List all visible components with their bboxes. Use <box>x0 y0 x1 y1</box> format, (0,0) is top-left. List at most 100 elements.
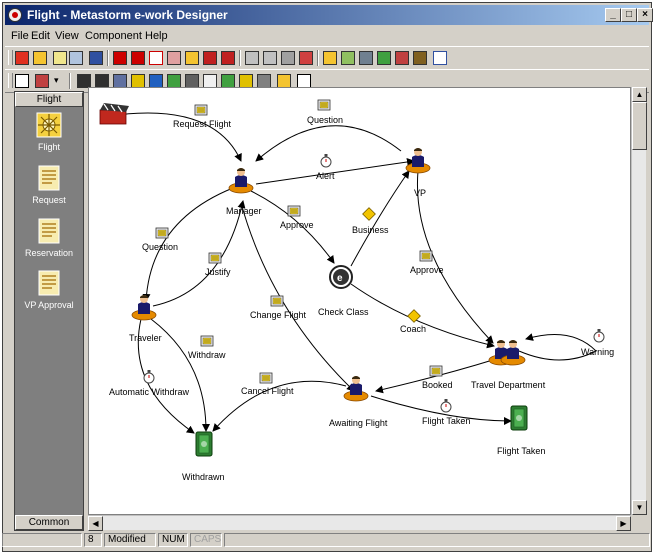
align-left-icon[interactable] <box>77 74 91 88</box>
action-question-left[interactable]: Question <box>142 227 178 252</box>
stage-tool-icon[interactable] <box>221 74 235 88</box>
stage-traveler[interactable]: Traveler <box>129 294 162 343</box>
close-button[interactable]: × <box>637 8 653 22</box>
export-icon[interactable] <box>221 51 235 65</box>
link-business[interactable] <box>350 170 410 267</box>
stopwatch-icon[interactable] <box>203 74 217 88</box>
action-withdraw[interactable]: Withdraw <box>188 335 226 360</box>
maximize-button[interactable]: □ <box>621 8 637 22</box>
process-map-canvas[interactable]: Manager VP Traveler Travel Department Aw… <box>88 87 631 515</box>
stage-vp[interactable]: VP <box>405 147 431 198</box>
action-label-cancel-flight: Cancel Flight <box>241 386 294 396</box>
action-question-top[interactable]: Question <box>307 99 343 125</box>
menu-component[interactable]: Component <box>85 30 142 42</box>
action-justify[interactable]: Justify <box>205 252 231 277</box>
action-business[interactable]: Business <box>352 207 389 235</box>
stage-travel-department[interactable]: Travel Department <box>471 339 546 390</box>
export-map-icon[interactable] <box>395 51 409 65</box>
check-icon[interactable] <box>149 51 163 65</box>
link-question-top[interactable] <box>255 125 402 162</box>
horizontal-scrollbar[interactable]: ◀ ▶ <box>88 515 631 531</box>
status-num: NUM <box>158 533 188 547</box>
map-bar-item-request[interactable]: Request <box>15 165 83 205</box>
map-bar-item-label: Flight <box>37 142 60 152</box>
map-bar-footer[interactable]: Common <box>15 515 83 530</box>
paste-icon[interactable] <box>281 51 295 65</box>
publish-icon[interactable] <box>377 51 391 65</box>
action-approve-vp[interactable]: Approve <box>410 250 444 275</box>
crosshair-icon[interactable] <box>167 51 181 65</box>
action-alert[interactable]: Alert <box>316 153 335 181</box>
database-icon[interactable] <box>167 74 181 88</box>
branch-icon[interactable] <box>131 74 145 88</box>
map-bar-item-reservation[interactable]: Reservation <box>15 218 83 258</box>
menu-file[interactable]: File <box>11 30 29 42</box>
report-icon[interactable] <box>413 51 427 65</box>
stage-withdrawn[interactable]: Withdrawn <box>182 431 225 482</box>
library-icon[interactable] <box>359 51 373 65</box>
gear-icon[interactable] <box>149 74 163 88</box>
link-alert[interactable] <box>255 158 415 185</box>
action-icon[interactable] <box>131 51 145 65</box>
comment-icon[interactable] <box>277 74 291 88</box>
scroll-left-button[interactable]: ◀ <box>88 516 103 531</box>
stage-flight-taken[interactable]: Flight Taken <box>497 405 545 456</box>
align-center-icon[interactable] <box>95 74 109 88</box>
split-icon[interactable] <box>257 74 271 88</box>
action-request-flight[interactable]: Request Flight <box>173 104 232 129</box>
role-icon[interactable] <box>185 51 199 65</box>
menu-help[interactable]: Help <box>145 30 168 42</box>
dropdown-arrow-icon[interactable]: ▾ <box>53 74 67 88</box>
properties-icon[interactable] <box>341 51 355 65</box>
start-clapper-icon[interactable] <box>99 103 129 125</box>
status-empty <box>224 533 650 547</box>
folder-icon[interactable] <box>69 51 83 65</box>
map-bar-item-vp-approval[interactable]: VP Approval <box>15 270 83 310</box>
action-flight-taken[interactable]: Flight Taken <box>422 398 470 426</box>
link-icon[interactable] <box>297 74 311 88</box>
map-bar-item-label: VP Approval <box>24 300 74 310</box>
link-coach[interactable] <box>350 283 495 349</box>
window-title: Flight - Metastorm e-work Designer <box>27 8 228 22</box>
action-approve-manager[interactable]: Approve <box>280 205 314 230</box>
save-icon[interactable] <box>89 51 103 65</box>
open-icon[interactable] <box>33 51 47 65</box>
menu-edit[interactable]: Edit <box>31 30 50 42</box>
map-bar-item-flight[interactable]: Flight <box>15 112 83 152</box>
stage-manager[interactable]: Manager <box>226 167 262 216</box>
scroll-right-button[interactable]: ▶ <box>616 516 631 531</box>
toolbar-separator <box>107 50 109 66</box>
new-icon[interactable] <box>15 51 29 65</box>
stage-label-withdrawn: Withdrawn <box>182 472 225 482</box>
zoom-icon[interactable] <box>35 74 49 88</box>
vertical-scroll-thumb[interactable] <box>632 102 647 150</box>
copy-icon[interactable] <box>263 51 277 65</box>
redo-icon[interactable] <box>299 51 313 65</box>
action-tool-icon[interactable] <box>185 74 199 88</box>
scroll-up-button[interactable]: ▲ <box>632 87 647 102</box>
document-icon[interactable] <box>53 51 67 65</box>
title-bar[interactable]: Flight - Metastorm e-work Designer _ □ × <box>5 5 653 25</box>
pointer-icon[interactable] <box>15 74 29 88</box>
main-toolbar <box>5 46 649 70</box>
cut-icon[interactable] <box>245 51 259 65</box>
timer-icon[interactable] <box>113 74 127 88</box>
action-automatic-withdraw[interactable]: Automatic Withdraw <box>109 369 190 397</box>
action-booked[interactable]: Booked <box>422 365 453 390</box>
action-change-flight[interactable]: Change Flight <box>250 295 307 320</box>
script-icon[interactable] <box>323 51 337 65</box>
app-icon[interactable] <box>8 8 22 22</box>
vertical-scrollbar[interactable]: ▲ ▼ <box>631 87 647 515</box>
action-coach[interactable]: Coach <box>400 309 426 334</box>
minimize-button[interactable]: _ <box>605 8 621 22</box>
form-icon <box>38 165 60 191</box>
stage-icon[interactable] <box>113 51 127 65</box>
map-bar-header[interactable]: Flight <box>15 92 83 107</box>
condition-icon[interactable] <box>239 74 253 88</box>
link-justify[interactable] <box>152 200 246 307</box>
import-icon[interactable] <box>203 51 217 65</box>
menu-view[interactable]: View <box>55 30 79 42</box>
validate-icon[interactable] <box>433 51 447 65</box>
scroll-down-button[interactable]: ▼ <box>632 500 647 515</box>
link-change-flight[interactable] <box>240 202 355 392</box>
